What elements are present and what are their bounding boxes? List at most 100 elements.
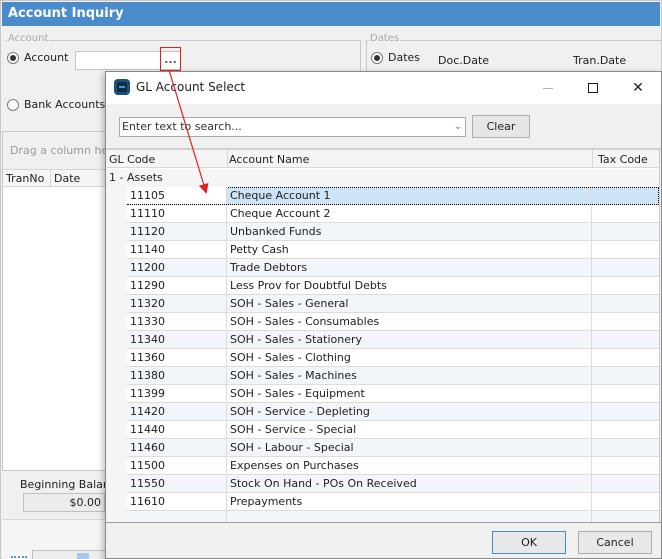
table-row[interactable]: 11320 SOH - Sales - General	[127, 295, 659, 313]
account-name-cell: SOH - Sales - Stationery	[227, 331, 592, 348]
tax-code-cell	[592, 349, 654, 366]
clear-button[interactable]: Clear	[472, 115, 530, 138]
transactions-grid-header: TranNo Date	[3, 170, 105, 187]
tax-code-cell	[592, 223, 654, 240]
radio-selected-icon	[371, 51, 383, 64]
account-name-cell: Petty Cash	[227, 241, 592, 258]
tax-code-cell	[592, 313, 654, 330]
dates-group-border	[366, 40, 367, 74]
cancel-button[interactable]: Cancel	[578, 531, 652, 554]
tax-code-cell	[592, 403, 654, 420]
account-name-cell: Stock On Hand - POs On Received	[227, 475, 592, 492]
account-name-cell: SOH - Service - Special	[227, 421, 592, 438]
account-name-cell: Cheque Account 1	[227, 187, 592, 204]
table-row[interactable]: 11500 Expenses on Purchases	[127, 457, 659, 475]
dialog-title-bar[interactable]: GL Account Select ✕	[106, 72, 661, 104]
maximize-icon	[588, 83, 598, 93]
table-row[interactable]: 11290 Less Prov for Doubtful Debts	[127, 277, 659, 295]
account-radio[interactable]: Account	[7, 51, 68, 64]
table-row[interactable]: 11110 Cheque Account 2	[127, 205, 659, 223]
bottom-tab[interactable]	[32, 550, 106, 559]
tax-code-cell	[592, 259, 654, 276]
gl-code-cell: 11550	[127, 475, 227, 492]
account-name-cell: SOH - Sales - Consumables	[227, 313, 592, 330]
maximize-button[interactable]	[571, 72, 615, 104]
table-row[interactable]: 11105 Cheque Account 1	[127, 187, 659, 205]
gl-code-cell: 11200	[127, 259, 227, 276]
column-separator	[592, 150, 593, 168]
close-icon: ✕	[632, 80, 644, 96]
table-row[interactable]: 11340 SOH - Sales - Stationery	[127, 331, 659, 349]
minimize-button[interactable]	[526, 72, 570, 104]
tax-code-cell	[592, 367, 654, 384]
grid-header: GL Code Account Name Tax Code	[107, 150, 659, 168]
account-group: Account	[5, 33, 361, 44]
ok-button[interactable]: OK	[492, 531, 566, 554]
bank-accounts-radio-label: Bank Accounts	[24, 98, 106, 111]
group-row-assets[interactable]: 1 - Assets	[107, 169, 659, 187]
dates-group: Dates	[367, 33, 662, 44]
column-header-tranno[interactable]: TranNo	[6, 172, 44, 185]
account-radio-label: Account	[24, 51, 69, 64]
account-name-cell: SOH - Sales - Equipment	[227, 385, 592, 402]
tax-code-cell	[592, 205, 654, 222]
gl-accounts-grid[interactable]: GL Code Account Name Tax Code 1 - Assets…	[107, 150, 660, 524]
search-placeholder: Enter text to search...	[122, 120, 242, 133]
gl-code-cell: 11420	[127, 403, 227, 420]
beginning-balance-value: $0.00	[23, 493, 105, 512]
account-name-cell: Cheque Account 2	[227, 205, 592, 222]
gl-code-cell: 11380	[127, 367, 227, 384]
column-header-tax-code[interactable]: Tax Code	[598, 153, 648, 166]
tran-date-label: Tran.Date	[573, 54, 627, 67]
gl-code-cell: 11290	[127, 277, 227, 294]
table-row[interactable]: 11460 SOH - Labour - Special	[127, 439, 659, 457]
gl-code-cell: 11110	[127, 205, 227, 222]
table-row[interactable]: 11380 SOH - Sales - Machines	[127, 367, 659, 385]
minimize-icon	[543, 87, 553, 89]
table-row[interactable]: 11550 Stock On Hand - POs On Received	[127, 475, 659, 493]
dialog-footer: OK Cancel	[106, 522, 661, 558]
bank-accounts-radio[interactable]: Bank Accounts	[7, 98, 105, 111]
tax-code-cell	[592, 331, 654, 348]
dates-radio[interactable]: Dates	[371, 51, 420, 64]
account-name-cell: Less Prov for Doubtful Debts	[227, 277, 592, 294]
tax-code-cell	[592, 187, 654, 204]
account-name-cell: Expenses on Purchases	[227, 457, 592, 474]
account-name-cell: SOH - Sales - General	[227, 295, 592, 312]
transactions-grid[interactable]: TranNo Date	[2, 131, 106, 471]
group-divider	[360, 40, 361, 74]
search-input[interactable]: Enter text to search... ⌄	[119, 117, 466, 137]
table-row[interactable]: 11140 Petty Cash	[127, 241, 659, 259]
account-name-cell: SOH - Service - Depleting	[227, 403, 592, 420]
group-by-hint: Drag a column header here to group by th…	[10, 144, 105, 157]
table-row[interactable]: 11200 Trade Debtors	[127, 259, 659, 277]
tax-code-cell	[592, 421, 654, 438]
gl-code-cell: 11140	[127, 241, 227, 258]
gl-account-select-dialog: GL Account Select ✕ Enter text to search…	[105, 71, 662, 559]
table-row[interactable]: 11360 SOH - Sales - Clothing	[127, 349, 659, 367]
column-separator	[227, 150, 228, 168]
tax-code-cell	[592, 277, 654, 294]
tax-code-cell	[592, 241, 654, 258]
table-row[interactable]: 11330 SOH - Sales - Consumables	[127, 313, 659, 331]
tax-code-cell	[592, 439, 654, 456]
account-name-cell: Trade Debtors	[227, 259, 592, 276]
table-row[interactable]: 11610 Prepayments	[127, 493, 659, 511]
table-row[interactable]: 11440 SOH - Service - Special	[127, 421, 659, 439]
gl-code-cell: 11360	[127, 349, 227, 366]
chevron-down-icon[interactable]: ⌄	[454, 118, 462, 136]
account-group-label: Account	[7, 33, 50, 44]
table-row[interactable]: 11120 Unbanked Funds	[127, 223, 659, 241]
table-row[interactable]: 11420 SOH - Service - Depleting	[127, 403, 659, 421]
column-header-date[interactable]: Date	[54, 172, 80, 185]
doc-date-label: Doc.Date	[438, 54, 490, 67]
table-row[interactable]: 11399 SOH - Sales - Equipment	[127, 385, 659, 403]
account-name-cell: SOH - Sales - Machines	[227, 367, 592, 384]
gl-code-cell: 11105	[127, 187, 227, 204]
browse-account-button[interactable]: ...	[160, 47, 181, 71]
account-name-cell: Unbanked Funds	[227, 223, 592, 240]
column-header-gl-code[interactable]: GL Code	[109, 153, 155, 166]
close-button[interactable]: ✕	[616, 72, 660, 104]
column-header-account-name[interactable]: Account Name	[229, 153, 309, 166]
account-name-cell: SOH - Labour - Special	[227, 439, 592, 456]
